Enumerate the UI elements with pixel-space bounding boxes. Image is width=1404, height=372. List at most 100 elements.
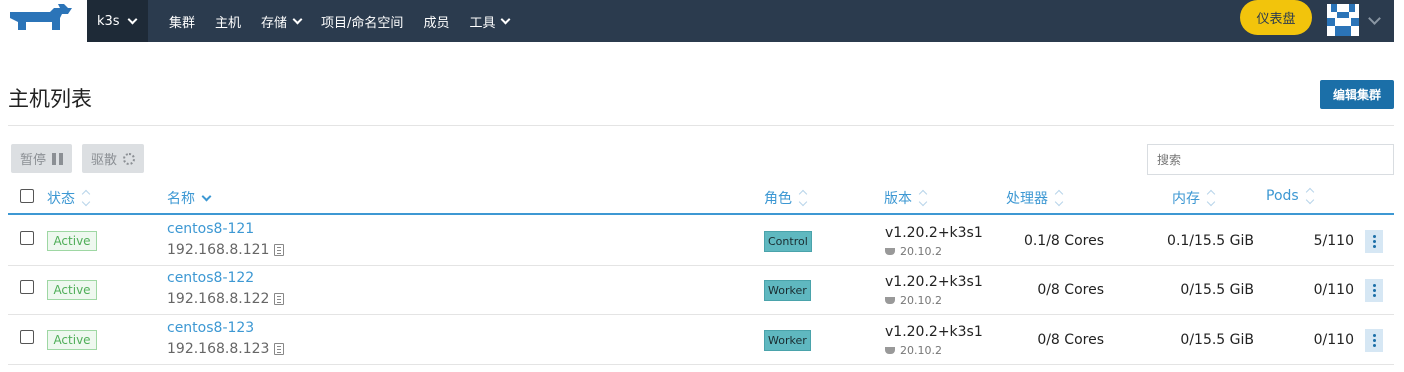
cpu-usage: 0/8 Cores [1037,282,1104,298]
cpu-usage: 0/8 Cores [1037,332,1104,348]
table-header-divider [8,213,1394,215]
spinner-icon [123,152,136,165]
pause-button-label: 暂停 [20,153,47,168]
copy-icon[interactable] [274,293,285,305]
column-header-name[interactable]: 名称 [167,188,212,208]
memory-usage: 0.1/15.5 GiB [1167,233,1254,249]
column-header-memory[interactable]: 内存 [1172,188,1216,208]
copy-icon[interactable] [274,244,285,256]
nav-bar: k3s 集群 主机 存储 项目/命名空间 成员 工具 仪表盘 [87,0,1394,42]
host-ip-text: 192.168.8.122 [167,291,270,307]
column-header-label: 内存 [1172,191,1200,207]
docker-icon [885,347,895,354]
nav-item-label: 集群 [169,15,196,31]
role-badge: Worker [764,280,811,301]
dashboard-button[interactable]: 仪表盘 [1240,0,1312,35]
docker-icon [885,297,895,304]
cpu-usage: 0.1/8 Cores [1023,233,1104,249]
table-row: Active centos8-123 192.168.8.123 Worker … [8,315,1394,365]
column-header-label: 状态 [47,191,75,207]
nav-item-label: 主机 [215,15,242,31]
nav-item-label: 项目/命名空间 [321,15,404,31]
user-avatar[interactable] [1327,4,1359,36]
divider [8,125,1394,126]
chevron-down-icon [501,14,511,24]
sort-icon [798,189,808,207]
role-badge: Worker [764,330,811,351]
sort-icon [1054,189,1064,207]
column-header-version[interactable]: 版本 [884,188,928,208]
cluster-name: k3s [97,13,120,29]
column-header-label: Pods [1266,188,1299,204]
edit-cluster-button[interactable]: 编辑集群 [1320,80,1394,109]
chevron-down-icon[interactable] [1368,12,1381,25]
nav-item-hosts[interactable]: 主机 [205,0,251,42]
table-row: Active centos8-121 192.168.8.121 Control… [8,216,1394,266]
sort-icon [918,189,928,207]
column-header-pods[interactable]: Pods [1266,187,1314,205]
host-name-link[interactable]: centos8-122 [167,270,254,286]
host-ip: 192.168.8.121 [167,242,285,258]
search-input[interactable] [1147,144,1394,175]
row-actions-button[interactable] [1365,329,1383,352]
nav-item-cluster[interactable]: 集群 [159,0,205,42]
k8s-version: v1.20.2+k3s1 [885,274,983,290]
host-ip: 192.168.8.122 [167,291,285,307]
table-row: Active centos8-122 192.168.8.122 Worker … [8,265,1394,315]
row-actions-button[interactable] [1365,279,1383,302]
status-badge: Active [47,280,97,300]
role-badge: Control [764,231,812,252]
pause-button[interactable]: 暂停 [11,144,73,173]
memory-usage: 0/15.5 GiB [1180,282,1254,298]
drain-button[interactable]: 驱散 [82,144,145,173]
select-all-checkbox[interactable] [20,189,34,203]
page-title: 主机列表 [8,87,92,111]
sort-desc-icon [201,191,212,202]
docker-version: 20.10.2 [885,344,942,357]
docker-version-text: 20.10.2 [900,344,942,357]
top-navigation: k3s 集群 主机 存储 项目/命名空间 成员 工具 仪表盘 [0,0,1404,42]
nav-item-storage[interactable]: 存储 [251,0,311,42]
pause-icon [52,152,64,165]
nav-item-label: 成员 [423,15,450,31]
column-header-label: 处理器 [1006,191,1048,207]
row-checkbox[interactable] [20,280,34,294]
sort-icon [81,189,91,207]
column-header-label: 名称 [167,191,195,207]
column-header-role[interactable]: 角色 [764,188,808,208]
pods-usage: 5/110 [1313,233,1354,249]
column-header-cpu[interactable]: 处理器 [1006,188,1064,208]
sort-icon [1305,187,1314,205]
column-header-label: 角色 [764,191,792,207]
memory-usage: 0/15.5 GiB [1180,332,1254,348]
k8s-version: v1.20.2+k3s1 [885,324,983,340]
row-checkbox[interactable] [20,231,34,245]
k8s-version: v1.20.2+k3s1 [885,225,983,241]
docker-version: 20.10.2 [885,294,942,307]
docker-version-text: 20.10.2 [900,245,942,258]
chevron-down-icon [127,14,138,24]
host-name-link[interactable]: centos8-123 [167,320,254,336]
nav-item-projects[interactable]: 项目/命名空间 [311,0,413,42]
docker-icon [885,248,895,255]
copy-icon[interactable] [274,343,285,355]
nav-item-tools[interactable]: 工具 [459,0,519,42]
drain-button-label: 驱散 [91,153,118,168]
host-ip: 192.168.8.123 [167,341,285,357]
row-actions-button[interactable] [1365,230,1383,253]
cluster-switcher[interactable]: k3s [87,0,148,42]
host-name-link[interactable]: centos8-121 [167,221,254,237]
host-ip-text: 192.168.8.121 [167,242,270,258]
rancher-logo-icon[interactable] [6,2,76,36]
nav-item-members[interactable]: 成员 [413,0,459,42]
pods-usage: 0/110 [1313,282,1354,298]
nav-item-label: 存储 [261,15,288,31]
status-badge: Active [47,231,97,251]
host-ip-text: 192.168.8.123 [167,341,270,357]
status-badge: Active [47,330,97,350]
row-checkbox[interactable] [20,330,34,344]
column-header-state[interactable]: 状态 [47,188,91,208]
nav-item-label: 工具 [469,15,496,31]
chevron-down-icon [292,14,303,24]
docker-version-text: 20.10.2 [900,294,942,307]
